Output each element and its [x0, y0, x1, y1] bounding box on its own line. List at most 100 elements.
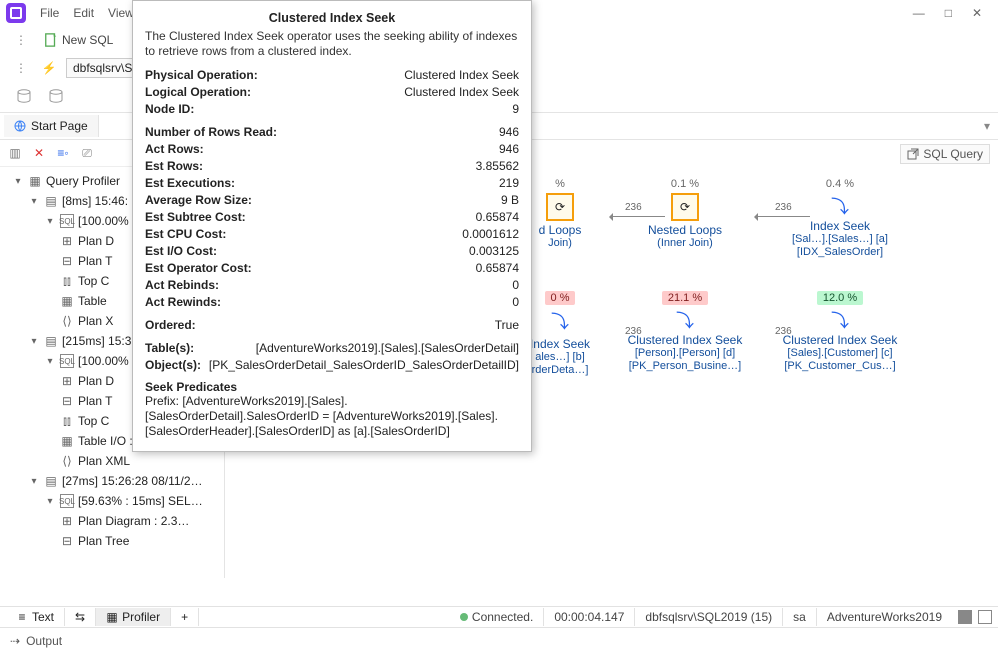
sql-file-icon: [44, 33, 58, 47]
panel-cancel-icon[interactable]: ✕: [30, 144, 48, 162]
window-close[interactable]: ✕: [972, 6, 982, 20]
tooltip-key: Est Subtree Cost:: [145, 209, 246, 226]
seek-heading: Seek Predicates: [145, 380, 519, 394]
tooltip-key: Est Operator Cost:: [145, 260, 252, 277]
tooltip-row: Est CPU Cost:0.0001612: [145, 226, 519, 243]
window-maximize[interactable]: □: [945, 6, 952, 20]
tooltip-row: Est Executions: 219: [145, 175, 519, 192]
tab-swap[interactable]: ⇆: [65, 608, 96, 626]
tooltip-row: Ordered:True: [145, 317, 519, 334]
tree-icon: ⊟: [60, 534, 74, 548]
seek-text: Prefix: [AdventureWorks2019].[Sales].[Sa…: [145, 394, 519, 439]
tooltip-title: Clustered Index Seek: [145, 11, 519, 25]
sql-query-button[interactable]: SQL Query: [900, 144, 990, 164]
tooltip-key: Logical Operation:: [145, 84, 251, 101]
sql-query-label: SQL Query: [923, 147, 983, 161]
tooltip-row: Act Rows:946: [145, 141, 519, 158]
status-connected: Connected.: [450, 608, 544, 626]
output-icon: ⇢: [10, 634, 20, 648]
tab-profiler[interactable]: ▦Profiler: [96, 608, 171, 626]
db-icon-1[interactable]: [14, 87, 36, 107]
tooltip-value: True: [495, 317, 519, 334]
tree-query-3[interactable]: ▾SQL[59.63% : 15ms] SEL…: [0, 491, 222, 511]
tooltip-value: 219: [499, 175, 519, 192]
chart-icon: ⫾⫾: [60, 414, 74, 428]
app-logo: [6, 3, 26, 23]
tooltip-value: [AdventureWorks2019].[Sales].[SalesOrder…: [256, 340, 519, 357]
diagram-icon: ⊞: [60, 514, 74, 528]
tooltip-value: 0.0001612: [462, 226, 519, 243]
tab-add[interactable]: +: [171, 608, 199, 626]
menu-edit[interactable]: Edit: [67, 3, 100, 23]
table-icon: ▦: [60, 294, 74, 308]
tooltip-key: Physical Operation:: [145, 67, 258, 84]
layout-toggle-1[interactable]: [958, 610, 972, 624]
status-db: AdventureWorks2019: [817, 608, 952, 626]
status-time: 00:00:04.147: [544, 608, 635, 626]
tooltip-key: Average Row Size:: [145, 192, 252, 209]
layout-toggle-2[interactable]: [978, 610, 992, 624]
tooltip-value: 9 B: [501, 192, 519, 209]
tooltip-row: Table(s):[AdventureWorks2019].[Sales].[S…: [145, 340, 519, 357]
tree-plan-tree[interactable]: ⊟Plan Tree: [0, 531, 222, 551]
divider-icon: ⋮: [10, 29, 32, 51]
tooltip-value: 0: [512, 294, 519, 311]
tooltip-key: Act Rewinds:: [145, 294, 221, 311]
new-sql-label: New SQL: [62, 33, 113, 47]
pct-label: %: [525, 178, 595, 190]
tooltip-value: Clustered Index Seek: [404, 67, 519, 84]
plan-node-nested-loops[interactable]: 0.1 % ⟳ Nested Loops (Inner Join): [610, 178, 760, 250]
profiler-icon: ▦: [28, 174, 42, 188]
menu-file[interactable]: File: [34, 3, 65, 23]
output-label: Output: [26, 634, 62, 648]
plug-icon[interactable]: ⚡: [38, 57, 60, 79]
panel-list-icon[interactable]: ≡◦: [54, 144, 72, 162]
sql-icon: SQL: [60, 214, 74, 228]
status-server: dbfsqlsrv\SQL2019 (15): [635, 608, 783, 626]
tree-icon: ⊟: [60, 394, 74, 408]
tab-overflow[interactable]: ▾: [976, 119, 998, 133]
tooltip-key: Node ID:: [145, 101, 194, 118]
tooltip-row: Est Operator Cost: 0.65874: [145, 260, 519, 277]
tooltip-value: 0.65874: [476, 209, 519, 226]
diagram-icon: ⊞: [60, 374, 74, 388]
clock-icon: ▤: [44, 334, 58, 348]
clock-icon: ▤: [44, 194, 58, 208]
tooltip-row: Average Row Size: 9 B: [145, 192, 519, 209]
tooltip-key: Est Executions:: [145, 175, 235, 192]
tooltip-key: Est Rows:: [145, 158, 203, 175]
tooltip-key: Object(s):: [145, 357, 201, 374]
tab-label: Start Page: [31, 119, 88, 133]
window-minimize[interactable]: —: [913, 6, 925, 20]
plan-node-index-seek[interactable]: 0.4 % ⤵ Index Seek [Sal…].[Sales…] [a] […: [765, 178, 915, 259]
tree-plan-diagram[interactable]: ⊞Plan Diagram : 2.3…: [0, 511, 222, 531]
xml-icon: ⟨⟩: [60, 454, 74, 468]
xml-icon: ⟨⟩: [60, 314, 74, 328]
cost-badge: 12.0 %: [817, 291, 863, 305]
popout-icon: [907, 148, 919, 160]
db-icon-2[interactable]: [46, 87, 68, 107]
divider-icon: ⋮: [10, 57, 32, 79]
tab-start-page[interactable]: Start Page: [4, 115, 99, 137]
output-bar[interactable]: ⇢ Output: [0, 628, 998, 654]
tooltip-desc: The Clustered Index Seek operator uses t…: [145, 29, 519, 59]
tooltip-value: 0.65874: [476, 260, 519, 277]
plan-node-clustered-seek-customer[interactable]: 12.0 % ⤵ Clustered Index Seek [Sales].[C…: [765, 290, 915, 373]
index-seek-icon: ⤵: [546, 307, 574, 335]
tree-session-3[interactable]: ▾▤[27ms] 15:26:28 08/11/2…: [0, 471, 222, 491]
tooltip-value: 9: [512, 101, 519, 118]
tooltip-row: Object(s):[PK_SalesOrderDetail_SalesOrde…: [145, 357, 519, 374]
tooltip-row: Est I/O Cost:0.003125: [145, 243, 519, 260]
tree-plan-xml[interactable]: ⟨⟩Plan XML: [0, 451, 222, 471]
plan-node-clustered-seek-person[interactable]: 21.1 % ⤵ Clustered Index Seek [Person].[…: [610, 290, 760, 373]
tooltip-value: Clustered Index Seek: [404, 84, 519, 101]
tooltip-row: Act Rebinds:0: [145, 277, 519, 294]
new-sql-button[interactable]: New SQL: [38, 31, 119, 49]
plan-node-nested-loops-partial[interactable]: % ⟳ d Loops Join): [525, 178, 595, 250]
plan-node-index-seek-partial[interactable]: 0 % ⤵ Index Seek ales…] [b] rderDeta…]: [525, 290, 595, 377]
cost-badge: 21.1 %: [662, 291, 708, 305]
tooltip-row: Logical Operation: Clustered Index Seek: [145, 84, 519, 101]
panel-tool-4[interactable]: ⎚: [78, 144, 96, 162]
tab-text[interactable]: ≡Text: [6, 608, 65, 626]
panel-tool-1[interactable]: ▥: [6, 144, 24, 162]
